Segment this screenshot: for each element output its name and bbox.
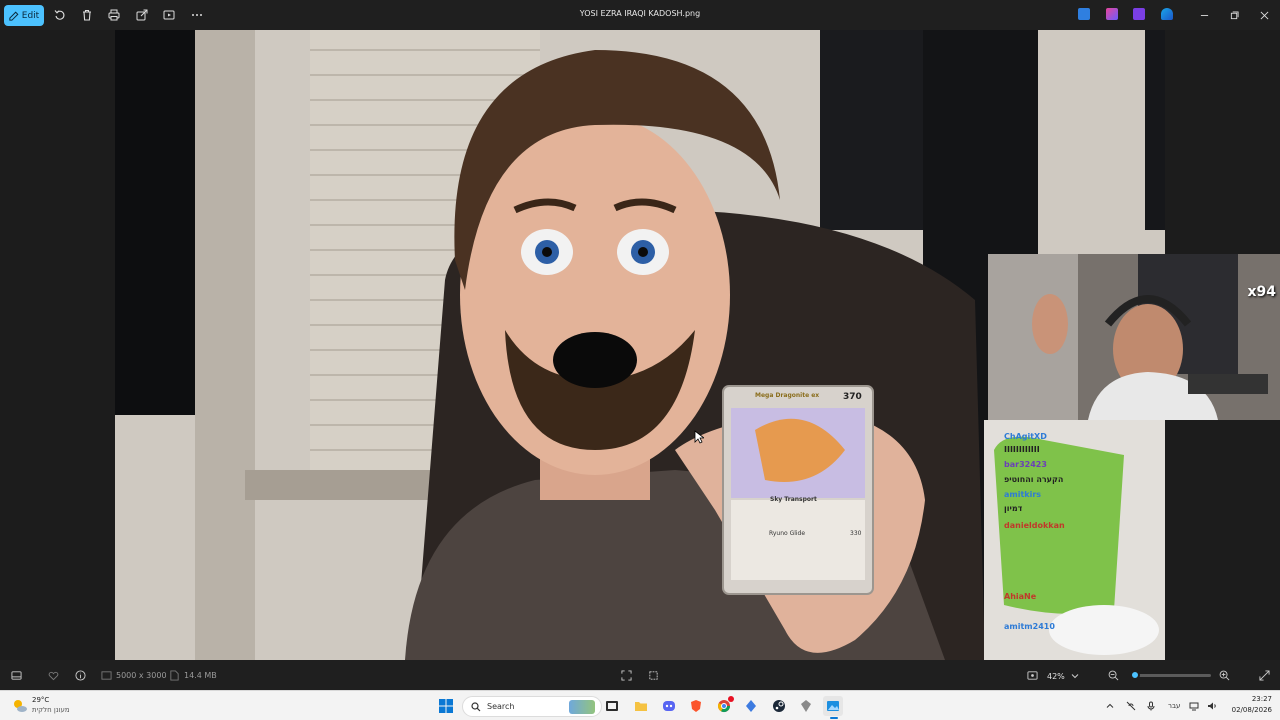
image-dimensions: 5000 x 3000 bbox=[116, 671, 167, 680]
close-button[interactable] bbox=[1255, 6, 1273, 24]
brave-icon bbox=[691, 700, 701, 712]
tray-overflow-icon[interactable] bbox=[1104, 700, 1116, 712]
notification-badge bbox=[728, 696, 734, 702]
search-placeholder: Search bbox=[487, 702, 515, 711]
crystal-app-icon bbox=[746, 700, 756, 712]
clock-date[interactable]: 02/08/2026 bbox=[1222, 706, 1272, 714]
chrome-button[interactable] bbox=[714, 696, 734, 716]
discord-button[interactable] bbox=[659, 696, 679, 716]
designer-icon[interactable] bbox=[1106, 8, 1118, 20]
photos-app-button[interactable] bbox=[823, 696, 843, 716]
chat-message: דמיון bbox=[1004, 504, 1023, 513]
favorite-icon[interactable] bbox=[46, 668, 60, 682]
zoom-out-icon[interactable] bbox=[1106, 668, 1120, 682]
zoom-in-icon[interactable] bbox=[1217, 668, 1231, 682]
discord-icon bbox=[663, 701, 675, 711]
chat-message: bar32423 bbox=[1004, 460, 1047, 469]
weather-partly-cloudy-icon[interactable] bbox=[12, 698, 28, 714]
card-attack: Ryuno Glide bbox=[769, 530, 806, 537]
delete-icon[interactable] bbox=[78, 6, 96, 24]
file-size-icon bbox=[167, 668, 181, 682]
windows-logo-icon bbox=[439, 699, 453, 713]
maximize-button[interactable] bbox=[1225, 6, 1243, 24]
minimize-button[interactable] bbox=[1195, 6, 1213, 24]
search-icon bbox=[471, 701, 481, 711]
chevron-down-icon bbox=[1071, 674, 1079, 679]
brave-browser-button[interactable] bbox=[686, 696, 706, 716]
card-damage: 330 bbox=[850, 530, 862, 537]
microphone-icon[interactable] bbox=[1145, 700, 1157, 712]
resolution-icon bbox=[99, 668, 113, 682]
card-name: Mega Dragonite ex bbox=[755, 392, 820, 399]
stream-chat-overlay: ChAgitXD IIIIIIIIIIII bar32423 הקערה והחוטי… bbox=[984, 420, 1165, 660]
onedrive-icon[interactable] bbox=[1161, 8, 1173, 20]
network-icon[interactable] bbox=[1188, 700, 1200, 712]
app-button-crystal[interactable] bbox=[741, 696, 761, 716]
edit-button[interactable]: Edit bbox=[4, 5, 44, 26]
gem-app-icon bbox=[801, 700, 811, 712]
photos-icon bbox=[827, 701, 839, 711]
chat-message: ChAgitXD bbox=[1004, 432, 1047, 441]
filmstrip-icon[interactable] bbox=[9, 668, 23, 682]
zoom-slider-thumb[interactable] bbox=[1130, 670, 1140, 680]
task-view-icon bbox=[606, 701, 618, 711]
start-button[interactable] bbox=[436, 696, 456, 716]
fit-to-window-icon[interactable] bbox=[619, 668, 633, 682]
folder-icon bbox=[635, 702, 647, 711]
zoom-value: 42% bbox=[1047, 671, 1065, 681]
info-icon[interactable] bbox=[73, 668, 87, 682]
input-language[interactable]: עבר bbox=[1168, 702, 1180, 710]
clock-time[interactable]: 23:27 bbox=[1222, 695, 1272, 703]
overlay-counter: x94 bbox=[1247, 284, 1276, 300]
full-screen-icon[interactable] bbox=[1257, 668, 1271, 682]
chat-message: הקערה והחוטיפ bbox=[1004, 475, 1064, 484]
file-size: 14.4 MB bbox=[184, 671, 217, 680]
info-bar: 5000 x 3000 14.4 MB 42% bbox=[0, 660, 1280, 690]
clipchamp-icon[interactable] bbox=[1133, 8, 1145, 20]
volume-icon[interactable] bbox=[1206, 700, 1218, 712]
zoom-slider[interactable] bbox=[1130, 670, 1211, 680]
card-ability: Sky Transport bbox=[770, 496, 817, 503]
search-highlight-icon bbox=[569, 700, 595, 714]
steam-icon bbox=[773, 700, 785, 712]
weather-temperature: 29°C bbox=[32, 696, 50, 704]
share-icon[interactable] bbox=[133, 6, 151, 24]
crop-view-icon[interactable] bbox=[646, 668, 660, 682]
print-icon[interactable] bbox=[105, 6, 123, 24]
file-explorer-button[interactable] bbox=[631, 696, 651, 716]
webcam-person-illustration bbox=[988, 254, 1280, 420]
chat-message: amitkirs bbox=[1004, 490, 1042, 499]
chat-message: danieldokkan bbox=[1004, 521, 1065, 530]
copilot-icon[interactable] bbox=[1078, 8, 1090, 20]
photos-active-indicator bbox=[830, 717, 838, 719]
zoom-dropdown[interactable]: 42% bbox=[1047, 669, 1091, 683]
weather-description: מעונן חלקית bbox=[32, 706, 70, 714]
steam-button[interactable] bbox=[769, 696, 789, 716]
title-bar: Edit YOSI EZRA IRAQI KADOSH.png bbox=[0, 0, 1280, 30]
app-button-gem[interactable] bbox=[796, 696, 816, 716]
rotate-icon[interactable] bbox=[51, 6, 69, 24]
chat-message: AhiaNe bbox=[1004, 592, 1037, 601]
chat-message: IIIIIIIIIIII bbox=[1004, 445, 1040, 454]
task-view-button[interactable] bbox=[602, 696, 622, 716]
mouse-cursor-icon bbox=[694, 430, 704, 444]
chat-message: amitm2410 bbox=[1004, 622, 1055, 631]
more-icon[interactable] bbox=[188, 6, 206, 24]
slideshow-icon[interactable] bbox=[160, 6, 178, 24]
edit-icon bbox=[9, 11, 19, 21]
edit-button-label: Edit bbox=[21, 10, 40, 21]
card-hp: 370 bbox=[843, 392, 862, 402]
actual-size-icon[interactable] bbox=[1025, 668, 1039, 682]
tray-app-icon[interactable] bbox=[1125, 700, 1137, 712]
photos-app-window: Edit YOSI EZRA IRAQI KADOSH.png 370 Mega… bbox=[0, 0, 1280, 720]
taskbar-search-box[interactable]: Search bbox=[462, 696, 602, 717]
windows-taskbar: 29°C מעונן חלקית Search עבר 23:27 02/08/… bbox=[0, 690, 1280, 720]
image-canvas[interactable]: 370 Mega Dragonite ex Sky Transport Ryun… bbox=[0, 30, 1280, 660]
webcam-overlay: x94 bbox=[988, 254, 1280, 420]
